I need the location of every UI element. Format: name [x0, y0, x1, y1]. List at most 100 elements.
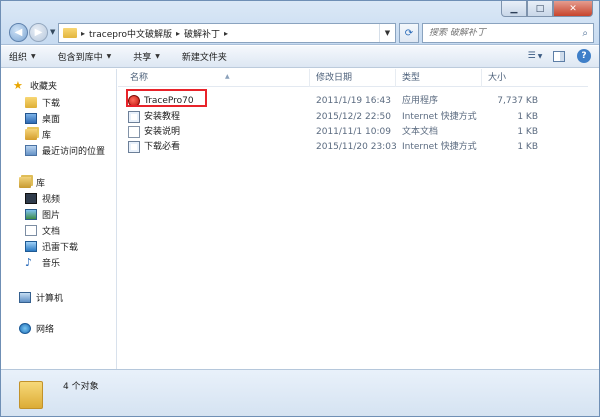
sort-ascending-icon: ▲ [225, 73, 230, 80]
view-list-icon: ☰ [527, 51, 536, 61]
sidebar-item-label: 迅雷下载 [42, 242, 79, 253]
include-library-label: 包含到库中 [57, 53, 103, 63]
close-button[interactable]: ✕ [553, 1, 593, 17]
new-folder-label: 新建文件夹 [181, 53, 227, 63]
column-header-label: 名称 [130, 73, 149, 83]
column-header-name[interactable]: 名称 ▲ [124, 69, 310, 87]
organize-button[interactable]: 组织 ▼ [9, 50, 36, 63]
share-label: 共享 [133, 53, 152, 63]
file-name: 下载必看 [128, 139, 180, 155]
view-controls: ☰ ▼ ? [519, 49, 591, 63]
chevron-down-icon: ▼ [537, 52, 543, 60]
address-bar[interactable]: ▸ tracepro中文破解版 ▸ 破解补丁 ▸ ▼ [58, 23, 396, 43]
library-icon [19, 176, 31, 188]
sidebar-item-videos[interactable]: 视频 [25, 190, 60, 206]
search-input[interactable] [429, 28, 569, 38]
breadcrumb-separator[interactable]: ▸ [224, 29, 228, 38]
sidebar-item-libraries[interactable]: 库 [19, 174, 45, 190]
arrow-right-icon: ▶ [34, 27, 43, 38]
file-size: 1 KB [517, 112, 538, 122]
breadcrumb-separator[interactable]: ▸ [176, 29, 180, 38]
organize-label: 组织 [9, 53, 28, 63]
sidebar-item-recent-places[interactable]: 最近访问的位置 [25, 142, 105, 158]
sidebar-item-documents[interactable]: 文档 [25, 222, 60, 238]
computer-icon [19, 291, 31, 303]
column-header-type[interactable]: 类型 [396, 69, 482, 87]
minimize-button[interactable]: ▁ [501, 1, 527, 17]
arrow-left-icon: ◀ [14, 27, 23, 38]
search-icon[interactable]: ⌕ [582, 28, 588, 39]
sidebar-item-pictures[interactable]: 图片 [25, 206, 60, 222]
folder-icon [19, 381, 43, 409]
search-box[interactable]: ⌕ [422, 23, 594, 43]
file-type: Internet 快捷方式 [402, 112, 477, 122]
include-in-library-button[interactable]: 包含到库中 ▼ [58, 50, 112, 63]
file-row[interactable]: 下载必看 2015/11/20 23:03 Internet 快捷方式 1 KB [124, 139, 584, 155]
new-folder-button[interactable]: 新建文件夹 [182, 50, 227, 63]
sidebar-item-downloads[interactable]: 下载 [25, 94, 60, 110]
network-icon [19, 322, 31, 334]
preview-pane-button[interactable] [551, 49, 567, 63]
sidebar-item-music[interactable]: ♪ 音乐 [25, 254, 60, 270]
maximize-button[interactable]: □ [527, 1, 553, 17]
column-header-label: 大小 [488, 73, 507, 83]
change-view-button[interactable]: ☰ ▼ [527, 49, 543, 63]
recent-pages-dropdown[interactable]: ▼ [50, 28, 55, 36]
share-button[interactable]: 共享 ▼ [133, 50, 160, 63]
desktop-icon [25, 112, 37, 124]
item-count: 4 个对象 [63, 382, 99, 392]
chevron-down-icon: ▼ [106, 53, 112, 60]
file-date: 2015/12/2 22:50 [316, 112, 391, 122]
sidebar-item-desktop[interactable]: 桌面 [25, 110, 60, 126]
star-icon: ★ [13, 78, 23, 92]
sidebar-item-favorites[interactable]: ★ 收藏夹 [13, 77, 57, 93]
sidebar-item-computer[interactable]: 计算机 [19, 289, 63, 305]
sidebar-item-label: 音乐 [42, 258, 61, 269]
back-button[interactable]: ◀ [9, 23, 28, 42]
sidebar-item-network[interactable]: 网络 [19, 320, 54, 336]
file-date: 2011/11/1 10:09 [316, 127, 391, 137]
file-name-text: 安装说明 [144, 127, 181, 137]
shortcut-icon [128, 111, 140, 123]
explorer-window: ▁ □ ✕ ◀ ▶ ▼ ▸ tracepro中文破解版 ▸ 破解补丁 ▸ ▼ ⟳… [0, 0, 600, 417]
sidebar-item-label: 计算机 [36, 293, 64, 304]
sidebar-item-label: 网络 [36, 324, 55, 335]
file-name: 安装说明 [128, 124, 180, 140]
recent-places-icon [25, 144, 37, 156]
help-icon[interactable]: ? [577, 49, 591, 63]
file-date: 2011/1/19 16:43 [316, 96, 391, 106]
document-icon [25, 224, 37, 236]
sidebar-item-label: 桌面 [42, 114, 61, 125]
sidebar-item-label: 库 [36, 178, 46, 189]
file-name: 安装教程 [128, 109, 180, 125]
column-header-date[interactable]: 修改日期 [310, 69, 396, 87]
music-note-icon: ♪ [25, 255, 33, 269]
file-row[interactable]: 安装教程 2015/12/2 22:50 Internet 快捷方式 1 KB [124, 109, 584, 125]
folder-icon [63, 28, 77, 38]
forward-button[interactable]: ▶ [29, 23, 48, 42]
breadcrumb-item[interactable]: tracepro中文破解版 [89, 27, 172, 40]
text-file-icon [128, 126, 140, 138]
video-icon [25, 192, 37, 204]
sidebar-item-library[interactable]: 库 [25, 126, 51, 142]
chevron-down-icon: ▼ [31, 53, 36, 60]
file-name-text: 下载必看 [144, 142, 181, 152]
breadcrumb-separator[interactable]: ▸ [81, 29, 85, 38]
sidebar-item-label: 视频 [42, 194, 61, 205]
navigation-pane: ★ 收藏夹 下载 桌面 库 最近访问的位置 库 视频 图片 文档 迅雷下载 ♪ … [1, 69, 117, 369]
annotation-highlight-box [126, 89, 207, 107]
breadcrumb-item[interactable]: 破解补丁 [184, 27, 220, 40]
column-header-size[interactable]: 大小 [482, 69, 552, 87]
refresh-button[interactable]: ⟳ [399, 23, 419, 43]
picture-icon [25, 208, 37, 220]
column-headers: 名称 ▲ 修改日期 类型 大小 [118, 69, 588, 87]
column-header-label: 修改日期 [316, 73, 353, 83]
library-icon [25, 128, 37, 140]
sidebar-item-label: 文档 [42, 226, 61, 237]
sidebar-item-thunder-downloads[interactable]: 迅雷下载 [25, 238, 78, 254]
file-size: 7,737 KB [497, 96, 538, 106]
refresh-icon: ⟳ [404, 27, 414, 39]
window-controls: ▁ □ ✕ [501, 1, 593, 19]
address-dropdown[interactable]: ▼ [379, 24, 395, 42]
file-row[interactable]: 安装说明 2011/11/1 10:09 文本文档 1 KB [124, 124, 584, 140]
